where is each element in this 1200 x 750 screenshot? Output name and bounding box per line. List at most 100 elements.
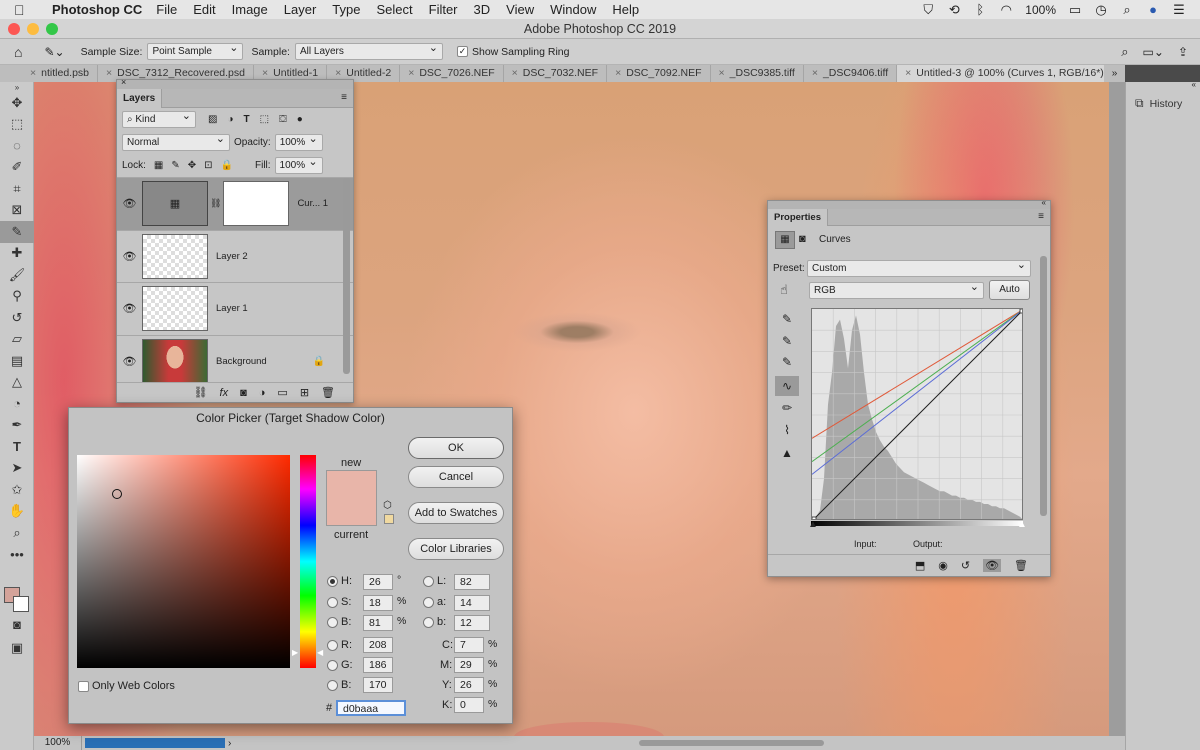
new-layer-icon[interactable]: ⊞ [300,386,309,399]
sample-shadow-eyedropper-icon[interactable]: ✎ [775,309,799,329]
lock-all-icon[interactable]: 🔒 [221,160,233,171]
spotlight-icon[interactable]: ⌕ [1120,2,1134,18]
close-panel-icon[interactable]: × [121,77,126,87]
lightness-radio[interactable] [423,576,434,587]
properties-scrollbar[interactable] [1040,256,1047,516]
b-channel-radio[interactable] [423,617,434,628]
properties-panel-title[interactable]: Properties [768,209,828,226]
curves-adjustment-icon[interactable]: ▦ [775,231,795,249]
hue-field[interactable]: 26 [363,574,393,590]
adjustment-thumbnail[interactable]: ▦ [142,181,208,227]
b-channel-field[interactable]: 12 [454,615,490,631]
close-tab-icon[interactable]: × [905,67,911,79]
quick-select-tool-icon[interactable]: ✐ [0,157,34,179]
layer-row-background[interactable]: 👁 Background 🔒 [117,334,353,388]
new-group-icon[interactable]: ▭ [277,386,287,399]
red-radio[interactable] [327,640,338,651]
brush-tool-icon[interactable]: 🖌 [0,264,34,286]
brightness-field[interactable]: 81 [363,615,393,631]
saturation-field[interactable]: 18 [363,595,393,611]
fill-field[interactable]: 100% [274,155,323,174]
user-avatar-icon[interactable]: ● [1146,2,1160,17]
delete-layer-icon[interactable]: 🗑 [321,386,335,399]
reset-adjustment-icon[interactable]: ↺ [961,559,970,572]
clip-to-layer-icon[interactable]: ⬒ [915,559,925,572]
share-icon[interactable]: ⇪ [1178,45,1188,59]
menu-image[interactable]: Image [232,2,268,17]
blue-field[interactable]: 170 [363,677,393,693]
layers-scrollbar[interactable] [343,178,350,374]
lock-position-icon[interactable]: ✥ [188,160,196,171]
shape-tool-icon[interactable]: ✩ [0,479,34,501]
apple-icon[interactable]:  [14,2,32,18]
link-layers-icon[interactable]: ⛓ [194,386,208,399]
close-tab-icon[interactable]: × [812,67,818,79]
close-window-button[interactable] [8,23,20,35]
history-brush-tool-icon[interactable]: ↺ [0,307,34,329]
filter-toggle-icon[interactable]: ● [297,114,303,125]
layer-thumbnail[interactable] [142,233,208,279]
opacity-field[interactable]: 100% [274,132,323,151]
pen-tool-icon[interactable]: ✒ [0,415,34,437]
collapse-toolbar-icon[interactable]: » [0,82,34,92]
add-to-swatches-button[interactable]: Add to Swatches [408,502,504,524]
on-image-adjust-icon[interactable]: ☝ [780,282,788,298]
search-icon[interactable]: ⌕ [1121,44,1128,60]
curve-points-icon[interactable]: ∿ [775,376,799,396]
clone-stamp-tool-icon[interactable]: ⚲ [0,286,34,308]
blue-radio[interactable] [327,680,338,691]
workspace-icon[interactable]: ▭⌄ [1143,45,1164,59]
tabs-overflow-icon[interactable]: » [1104,65,1125,82]
visibility-eye-icon[interactable]: 👁 [117,355,142,368]
hue-radio[interactable] [327,576,338,587]
close-tab-icon[interactable]: × [408,67,414,79]
close-tab-icon[interactable]: × [335,67,341,79]
mask-thumbnail[interactable] [223,181,290,227]
smooth-curve-icon[interactable]: ⌇ [775,420,799,440]
lock-transparent-icon[interactable]: ▦ [154,160,163,171]
saturation-brightness-field[interactable] [77,455,290,668]
home-icon[interactable]: ⌂ [14,44,22,60]
sample-size-select[interactable]: Point Sample [147,41,244,60]
wifi-icon[interactable]: ◠ [999,2,1013,18]
cancel-button[interactable]: Cancel [408,466,504,488]
background-color-swatch[interactable] [13,596,29,612]
close-tab-icon[interactable]: × [262,67,268,79]
close-tab-icon[interactable]: × [512,67,518,79]
tab-document-active[interactable]: × Untitled-3 @ 100% (Curves 1, RGB/16*) * [897,65,1120,82]
auto-button[interactable]: Auto [989,280,1030,300]
shield-icon[interactable]: ⛉ [921,2,935,18]
filter-smart-object-icon[interactable]: ⛋ [279,114,287,125]
layer-thumbnail[interactable] [142,338,208,384]
hand-tool-icon[interactable]: ✋ [0,501,34,523]
eyedropper-preset-icon[interactable]: ✎⌄ [44,45,64,59]
a-channel-field[interactable]: 14 [454,595,490,611]
magenta-field[interactable]: 29 [454,657,484,673]
a-channel-radio[interactable] [423,597,434,608]
menu-view[interactable]: View [506,2,534,17]
horizontal-scrollbar[interactable] [639,740,824,746]
yellow-field[interactable]: 26 [454,677,484,693]
green-radio[interactable] [327,660,338,671]
time-machine-icon[interactable]: ⟲ [947,2,961,18]
blur-tool-icon[interactable]: △ [0,372,34,394]
menu-filter[interactable]: Filter [429,2,458,17]
cyan-field[interactable]: 7 [454,637,484,653]
panel-menu-icon[interactable]: ≡ [341,92,347,103]
frame-tool-icon[interactable]: ⊠ [0,200,34,222]
quick-mask-icon[interactable]: ◙ [0,614,34,636]
show-sampling-ring-checkbox[interactable]: ✓ [456,46,468,57]
black-field[interactable]: 0 [454,697,484,713]
tab-document[interactable]: × DSC_7092.NEF [607,65,711,82]
filter-shape-icon[interactable]: ⬚ [260,114,269,125]
minimize-window-button[interactable] [27,23,39,35]
bluetooth-icon[interactable]: ᛒ [973,2,987,17]
close-tab-icon[interactable]: × [30,67,36,79]
zoom-level[interactable]: 100% [34,736,82,750]
tab-document[interactable]: × DSC_7032.NEF [504,65,608,82]
screen-mode-icon[interactable]: ▣ [0,637,34,659]
layer-name[interactable]: Cur... 1 [297,198,328,209]
battery-icon[interactable]: ▭ [1068,2,1082,18]
channel-select[interactable]: RGB [809,280,984,299]
view-previous-state-icon[interactable]: ◉ [938,559,948,572]
